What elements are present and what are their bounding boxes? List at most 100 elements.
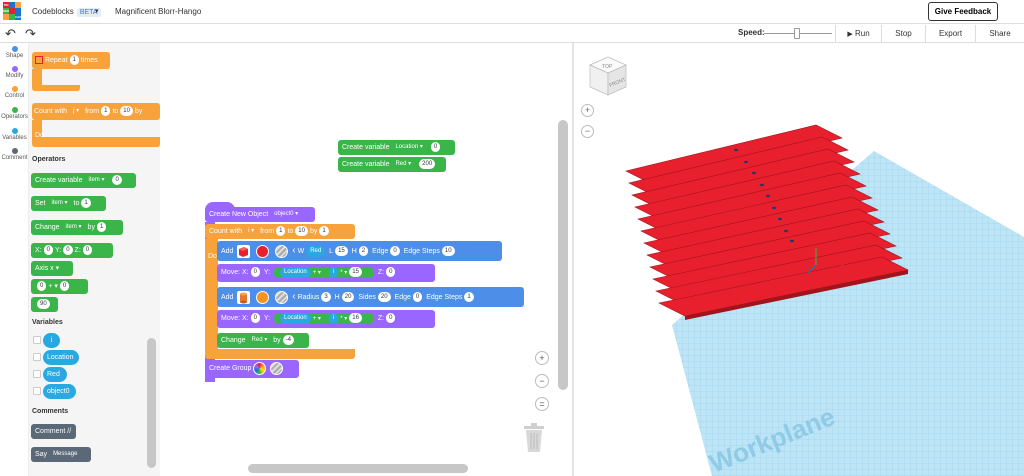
chevron-left-icon[interactable]: ‹ [292,291,295,302]
location-variable[interactable]: Location [280,312,311,324]
move-block-2[interactable]: Move: X: 0 Y: Location + ▾ i * ▾ 16 Z: 0 [217,310,435,328]
axis-block[interactable]: Axis x ▾ [31,261,73,276]
move-block-1[interactable]: Move: X: 0 Y: Location + ▾ i * ▾ 15 Z: 0 [217,264,435,282]
create-variable-location-block[interactable]: Create variable Location ▾ 0 [338,140,455,155]
location-variable[interactable]: Location [280,266,311,278]
category-modify[interactable]: Modify [0,66,29,79]
cylinder-shape-icon[interactable] [237,290,251,304]
zoom-out-icon[interactable]: − [535,374,549,388]
red-color-swatch[interactable] [256,244,270,258]
tinkercad-logo[interactable]: TIN KER CAD [3,2,22,20]
zoom-in-icon[interactable]: + [535,351,549,365]
value-input[interactable]: 200 [419,159,436,170]
speed-slider-handle[interactable] [794,28,800,39]
width-variable[interactable]: Red [306,245,326,257]
count-with-loop-block[interactable]: Count with i ▾ from 1 to 10 by 1 [205,224,355,239]
variable-dropdown[interactable]: Location ▾ [391,141,427,153]
category-variables[interactable]: Variables [0,128,29,141]
operand-b-input[interactable]: 0 [59,281,70,292]
value-input[interactable]: 1 [96,222,107,233]
by-input[interactable]: 1 [319,226,329,237]
value-input[interactable]: -4 [282,335,294,346]
palette-scrollbar[interactable] [147,338,156,468]
run-button[interactable]: ▶ Run [835,25,881,42]
from-input[interactable]: 1 [276,226,286,237]
hole-swatch-icon[interactable] [275,244,289,258]
operator-dropdown[interactable]: + ▾ [48,283,58,290]
create-new-object-block[interactable]: Create New Object object0 ▾ [205,207,315,222]
x-input[interactable]: 0 [250,267,260,278]
from-input[interactable]: 1 [101,106,111,117]
count-var-dropdown[interactable]: i ▾ [244,225,259,237]
multicolor-swatch-icon[interactable] [253,361,267,375]
object-dropdown[interactable]: object0 ▾ [270,208,303,220]
variable-dropdown[interactable]: Red ▾ [247,334,272,346]
i-variable[interactable]: i [328,312,339,324]
say-block[interactable]: Say Message [31,447,91,462]
export-button[interactable]: Export [925,25,975,42]
radius-input[interactable]: 3 [321,292,331,303]
multiplier-input[interactable]: 15 [349,267,362,278]
edge-steps-input[interactable]: 1 [464,292,474,303]
edge-steps-input[interactable]: 10 [441,246,455,257]
z-input[interactable]: 0 [82,245,93,256]
view-cube[interactable]: TOP FRONT [589,56,627,96]
add-box-block[interactable]: Add ‹ W Red L 15 H2 Edge 0 Edge Steps 10 [217,241,502,261]
z-input[interactable]: 0 [386,313,396,324]
operator-dropdown[interactable]: + ▾ [313,316,321,322]
to-input[interactable]: 10 [120,106,133,117]
variable-checkbox[interactable] [33,370,41,378]
create-group-block[interactable]: Create Group [205,360,299,378]
app-menu-chevron-down-icon[interactable]: ▾ [95,7,99,15]
chevron-left-icon[interactable]: ‹ [292,245,295,256]
count-var-dropdown[interactable]: j ▾ [69,105,84,117]
category-shape[interactable]: Shape [0,46,29,59]
x-input[interactable]: 0 [250,313,260,324]
variable-object0[interactable]: object0 [43,384,76,399]
viewport-zoom-out-icon[interactable]: − [581,125,594,138]
variable-dropdown[interactable]: item ▾ [84,174,109,186]
change-block[interactable]: Change item ▾ by 1 [31,220,123,235]
edge-input[interactable]: 0 [412,292,423,303]
hole-swatch-icon[interactable] [270,361,284,375]
hole-swatch-icon[interactable] [275,290,289,304]
variable-checkbox[interactable] [33,387,41,395]
variable-location[interactable]: Location [43,350,79,365]
project-name[interactable]: Magnificent Blorr-Hango [115,7,201,16]
variable-red[interactable]: Red [43,367,67,382]
category-comment[interactable]: Comment [0,148,29,161]
operator-dropdown[interactable]: * ▾ [340,316,347,322]
value-input[interactable]: 0 [112,175,122,186]
value-input[interactable]: 0 [430,142,441,153]
variable-dropdown[interactable]: item ▾ [61,221,86,233]
i-variable[interactable]: i [328,266,339,278]
operand-a-input[interactable]: 0 [37,281,47,292]
comment-block[interactable]: Comment // [31,424,76,439]
category-operators[interactable]: Operators [0,107,29,120]
value-input[interactable]: 1 [81,198,91,209]
repeat-count-input[interactable]: 1 [69,55,79,66]
number-block[interactable]: 90 [31,297,58,312]
orange-color-swatch[interactable] [256,290,270,304]
create-variable-block[interactable]: Create variable item ▾ 0 [31,173,136,188]
length-input[interactable]: 15 [335,246,348,257]
variable-dropdown[interactable]: Red ▾ [391,158,416,170]
operator-dropdown[interactable]: + ▾ [313,270,321,276]
zoom-reset-icon[interactable]: = [535,397,549,411]
trash-icon[interactable] [523,423,545,455]
3d-viewport[interactable]: Workplane TOP FRONT [574,43,1024,476]
variable-checkbox[interactable] [33,353,41,361]
height-input[interactable]: 20 [341,292,355,303]
math-block[interactable]: 0 + ▾ 0 [31,279,88,294]
variable-i[interactable]: i [43,333,60,348]
redo-icon[interactable]: ↷ [25,26,36,42]
category-control[interactable]: Control [0,86,29,99]
create-variable-red-block[interactable]: Create variable Red ▾ 200 [338,157,446,172]
variable-checkbox[interactable] [33,336,41,344]
edge-input[interactable]: 0 [390,246,400,257]
set-block[interactable]: Set item ▾ to 1 [31,196,106,211]
sides-input[interactable]: 20 [377,292,391,303]
viewport-zoom-in-icon[interactable]: + [581,104,594,117]
box-shape-icon[interactable] [237,244,251,258]
add-cylinder-block[interactable]: Add ‹ Radius 3 H 20 Sides 20 Edge 0 Edge Ste… [217,287,524,307]
